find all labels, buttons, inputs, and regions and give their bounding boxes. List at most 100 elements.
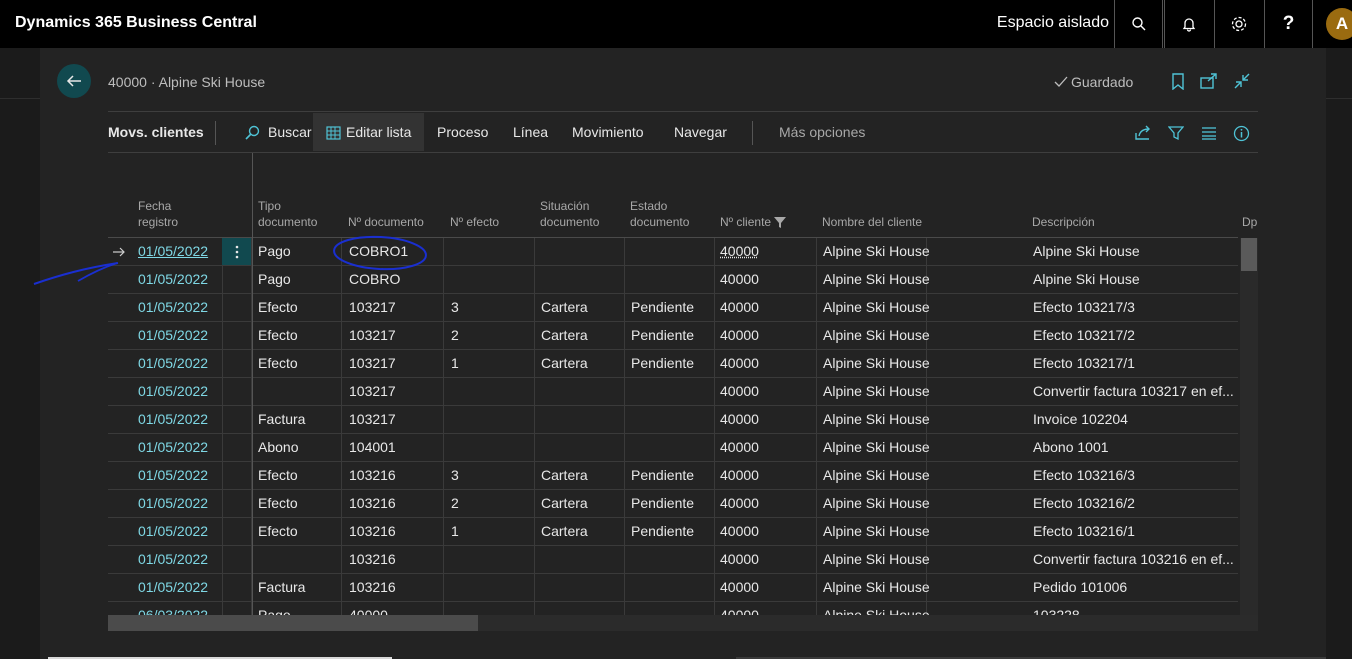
cell-ncliente: 40000 xyxy=(720,579,759,595)
cell-ndoc: 103216 xyxy=(349,551,396,567)
cell-descripcion: Convertir factura 103216 en ef... xyxy=(1033,551,1233,567)
cell-divider xyxy=(222,378,223,405)
cell-estado: Pendiente xyxy=(631,299,695,315)
table-row[interactable]: 01/05/2022 Factura 103217 40000 Alpine Ski H… xyxy=(108,406,1238,434)
table-row[interactable]: 01/05/2022 Pago COBRO 40000 Alpine Ski House… xyxy=(108,266,1238,294)
settings-button[interactable] xyxy=(1214,0,1263,48)
filter-button[interactable] xyxy=(1167,124,1185,142)
col-header-ndoc[interactable]: Nº documento xyxy=(348,214,424,230)
col-header-situacion[interactable]: Situación documento xyxy=(540,198,599,230)
cell-fecha[interactable]: 01/05/2022 xyxy=(138,546,218,573)
cell-fecha[interactable]: 06/03/2022 xyxy=(138,602,218,615)
cell-nefecto xyxy=(451,546,536,573)
col-header-nombre[interactable]: Nombre del cliente xyxy=(822,214,922,230)
table-row[interactable]: 06/03/2022 Pago 40000 40000 Alpine Ski House… xyxy=(108,602,1238,615)
cell-divider xyxy=(816,602,817,615)
cell-nombre: Alpine Ski House xyxy=(823,383,930,399)
cell-nefecto xyxy=(451,434,536,461)
cell-nombre: Alpine Ski House xyxy=(823,243,930,259)
cell-tipo: Efecto xyxy=(258,523,298,539)
horizontal-scroll-thumb[interactable] xyxy=(108,615,478,631)
table-row[interactable]: 01/05/2022 Efecto 103216 3 Cartera Pendiente 4… xyxy=(108,462,1238,490)
mas-opciones-button[interactable]: Más opciones xyxy=(779,124,865,140)
saved-status: Guardado xyxy=(1054,74,1133,90)
cell-tipo: Pago xyxy=(258,607,291,615)
cell-nefecto: 2 xyxy=(451,327,459,343)
cell-divider xyxy=(816,518,817,545)
movimiento-menu[interactable]: Movimiento xyxy=(572,124,644,140)
cell-nefecto: 3 xyxy=(451,299,459,315)
table-row[interactable]: 01/05/2022 Efecto 103216 2 Cartera Pendiente 4… xyxy=(108,490,1238,518)
buscar-button[interactable]: Buscar xyxy=(268,124,312,140)
linea-menu[interactable]: Línea xyxy=(513,124,548,140)
cell-nefecto xyxy=(451,266,536,293)
col-header-fecha[interactable]: Fecha registro xyxy=(138,198,178,230)
table-row[interactable]: 01/05/2022 Factura 103216 40000 Alpine Ski H… xyxy=(108,574,1238,602)
saved-label: Guardado xyxy=(1071,74,1134,90)
col-header-tipo[interactable]: Tipo documento xyxy=(258,198,317,230)
cell-ndoc: 104001 xyxy=(349,439,396,455)
cell-ncliente: 40000 xyxy=(720,607,759,615)
list-view-button[interactable] xyxy=(1200,124,1218,142)
row-actions-button[interactable] xyxy=(222,238,251,265)
table-row[interactable]: 01/05/2022 103216 40000 Alpine Ski House Con… xyxy=(108,546,1238,574)
avatar[interactable]: A xyxy=(1326,8,1352,40)
share-button[interactable] xyxy=(1134,124,1152,142)
cell-tipo xyxy=(258,546,343,573)
cell-divider xyxy=(816,434,817,461)
table-row[interactable]: 01/05/2022 Efecto 103217 1 Cartera Pendiente 4… xyxy=(108,350,1238,378)
table-row[interactable]: 01/05/2022 Efecto 103217 2 Cartera Pendiente 4… xyxy=(108,322,1238,350)
cell-situacion xyxy=(541,266,626,293)
vertical-scroll-thumb[interactable] xyxy=(1241,238,1257,271)
cell-fecha[interactable]: 01/05/2022 xyxy=(138,406,218,433)
section-title[interactable]: Movs. clientes xyxy=(108,124,204,140)
cell-fecha[interactable]: 01/05/2022 xyxy=(138,490,218,517)
cell-nefecto: 3 xyxy=(451,467,459,483)
table-row[interactable]: 01/05/2022 103217 40000 Alpine Ski House Con… xyxy=(108,378,1238,406)
cell-situacion xyxy=(541,546,626,573)
cell-situacion xyxy=(541,574,626,601)
cell-fecha[interactable]: 01/05/2022 xyxy=(138,350,218,377)
col-header-ncliente[interactable]: Nº cliente xyxy=(720,214,787,230)
back-button[interactable] xyxy=(57,64,91,98)
cell-divider xyxy=(816,266,817,293)
navegar-menu[interactable]: Navegar xyxy=(674,124,727,140)
cell-fecha[interactable]: 01/05/2022 xyxy=(138,322,218,349)
table-row[interactable]: 01/05/2022 Abono 104001 40000 Alpine Ski Hou… xyxy=(108,434,1238,462)
cell-fecha[interactable]: 01/05/2022 xyxy=(138,238,218,265)
col-header-descripcion[interactable]: Descripción xyxy=(1032,214,1095,230)
cell-fecha[interactable]: 01/05/2022 xyxy=(138,434,218,461)
collapse-button[interactable] xyxy=(1233,72,1251,90)
table-row[interactable]: 01/05/2022 Efecto 103217 3 Cartera Pendiente 4… xyxy=(108,294,1238,322)
search-button[interactable] xyxy=(1114,0,1163,48)
info-button[interactable] xyxy=(1232,124,1250,142)
help-button[interactable]: ? xyxy=(1264,0,1313,48)
cell-nombre: Alpine Ski House xyxy=(823,355,930,371)
cell-situacion: Cartera xyxy=(541,467,588,483)
cell-divider xyxy=(222,574,223,601)
cell-divider xyxy=(222,406,223,433)
col-header-estado[interactable]: Estado documento xyxy=(630,198,689,230)
col-header-nefecto[interactable]: Nº efecto xyxy=(450,214,499,230)
open-new-window-icon xyxy=(1200,73,1217,89)
table-row[interactable]: 01/05/2022 Efecto 103216 1 Cartera Pendiente 4… xyxy=(108,518,1238,546)
cell-descripcion: Abono 1001 xyxy=(1033,439,1109,455)
proceso-menu[interactable]: Proceso xyxy=(437,124,488,140)
cell-nefecto: 2 xyxy=(451,495,459,511)
open-new-window-button[interactable] xyxy=(1200,72,1218,90)
cell-fecha[interactable]: 01/05/2022 xyxy=(138,378,218,405)
editar-lista-button[interactable]: Editar lista xyxy=(346,124,411,140)
col-header-dp[interactable]: Dp xyxy=(1242,214,1257,230)
cell-fecha[interactable]: 01/05/2022 xyxy=(138,518,218,545)
app-title[interactable]: Dynamics 365 Business Central xyxy=(15,14,257,32)
cell-fecha[interactable]: 01/05/2022 xyxy=(138,462,218,489)
cell-ndoc: 103216 xyxy=(349,495,396,511)
cell-fecha[interactable]: 01/05/2022 xyxy=(138,294,218,321)
bookmark-button[interactable] xyxy=(1169,72,1187,90)
cell-nombre: Alpine Ski House xyxy=(823,271,930,287)
notifications-button[interactable] xyxy=(1164,0,1213,48)
cell-fecha[interactable]: 01/05/2022 xyxy=(138,266,218,293)
cell-fecha[interactable]: 01/05/2022 xyxy=(138,574,218,601)
table-row[interactable]: 01/05/2022 Pago COBRO1 40000 Alpine Ski Hous… xyxy=(108,238,1238,266)
vertical-scrollbar[interactable] xyxy=(1240,238,1258,615)
